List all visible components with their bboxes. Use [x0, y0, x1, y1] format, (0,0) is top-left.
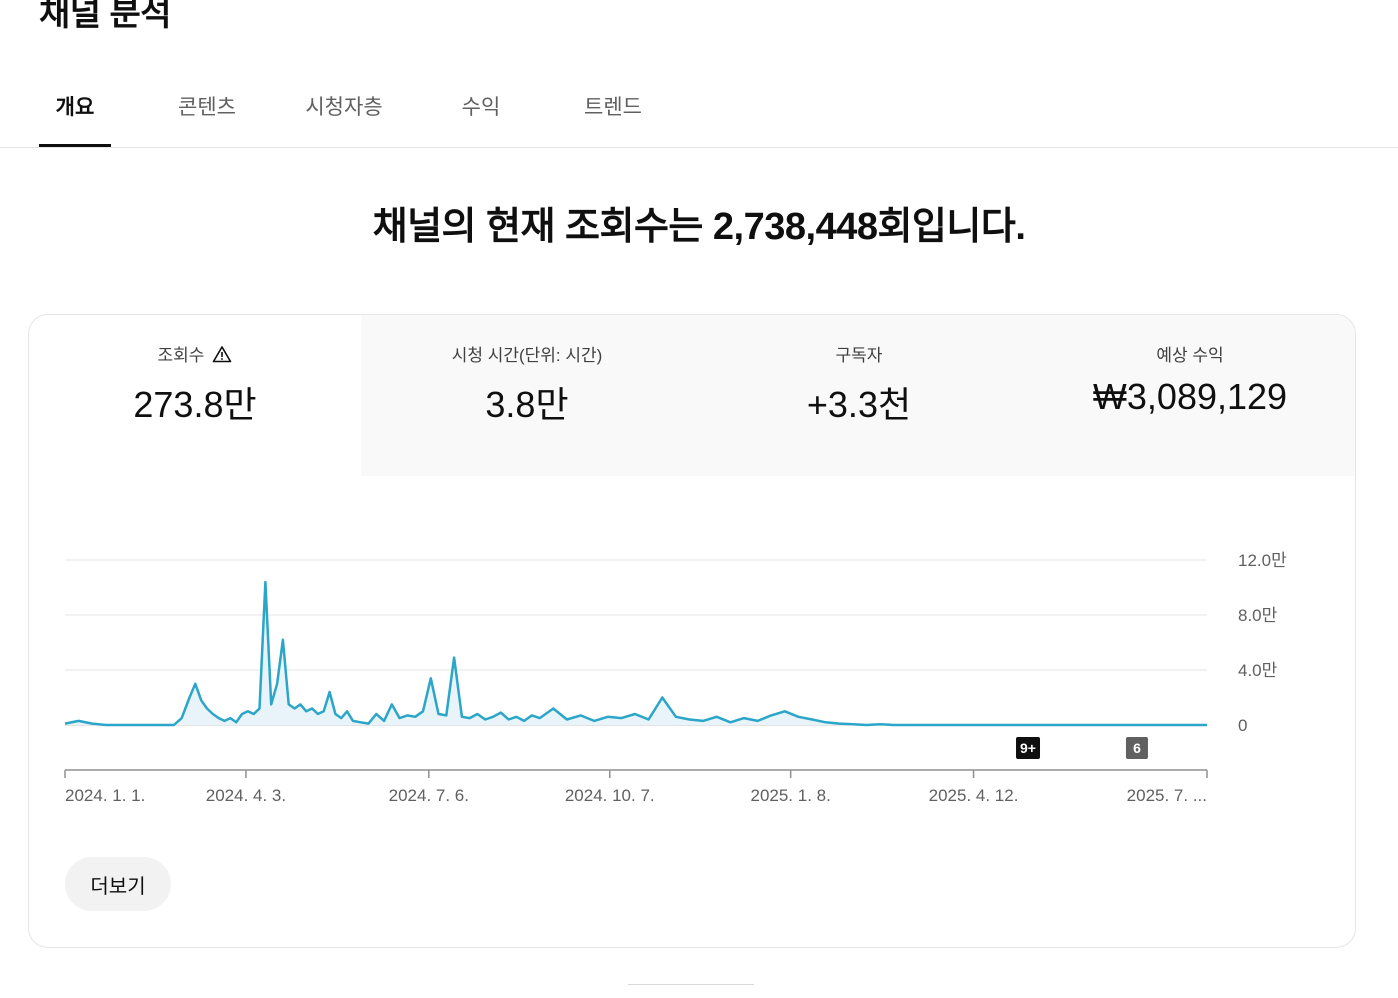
y-tick-label: 4.0만 [1238, 661, 1278, 680]
divider [628, 984, 754, 985]
page-title: 채널 분석 [39, 0, 172, 33]
x-tick-label: 2025. 4. 12. [929, 786, 1019, 805]
overview-card: 조회수 273.8만 시청 시간(단위: 시간) 3.8만 구독자 +3.3천 … [28, 314, 1356, 948]
tab-bar: 개요 콘텐츠 시청자층 수익 트렌드 [0, 76, 1398, 148]
x-tick-label: 2024. 7. 6. [389, 786, 469, 805]
tab-content[interactable]: 콘텐츠 [166, 76, 248, 147]
event-marker-label: 6 [1133, 740, 1141, 756]
tab-audience[interactable]: 시청자층 [296, 76, 392, 147]
y-tick-label: 12.0만 [1238, 551, 1287, 570]
views-line-chart[interactable]: 12.0만 8.0만 4.0만 0 2024. 1. 1. 2024. 4. 3. 2024… [29, 315, 1355, 835]
x-tick-label: 2025. 7. ... [1127, 786, 1207, 805]
x-tick-label: 2025. 1. 8. [750, 786, 830, 805]
tab-overview[interactable]: 개요 [39, 76, 111, 147]
y-tick-label: 0 [1238, 716, 1247, 735]
views-series-line [64, 580, 1207, 727]
x-tick-label: 2024. 4. 3. [206, 786, 286, 805]
event-marker-label: 9+ [1020, 740, 1036, 756]
tab-revenue[interactable]: 수익 [450, 76, 512, 147]
x-tick-label: 2024. 1. 1. [65, 786, 145, 805]
headline: 채널의 현재 조회수는 2,738,448회입니다. [372, 206, 1026, 248]
more-button[interactable]: 더보기 [65, 857, 171, 911]
views-area [65, 582, 1207, 725]
tab-trends[interactable]: 트렌드 [572, 76, 654, 147]
x-tick-label: 2024. 10. 7. [565, 786, 655, 805]
y-tick-label: 8.0만 [1238, 606, 1278, 625]
